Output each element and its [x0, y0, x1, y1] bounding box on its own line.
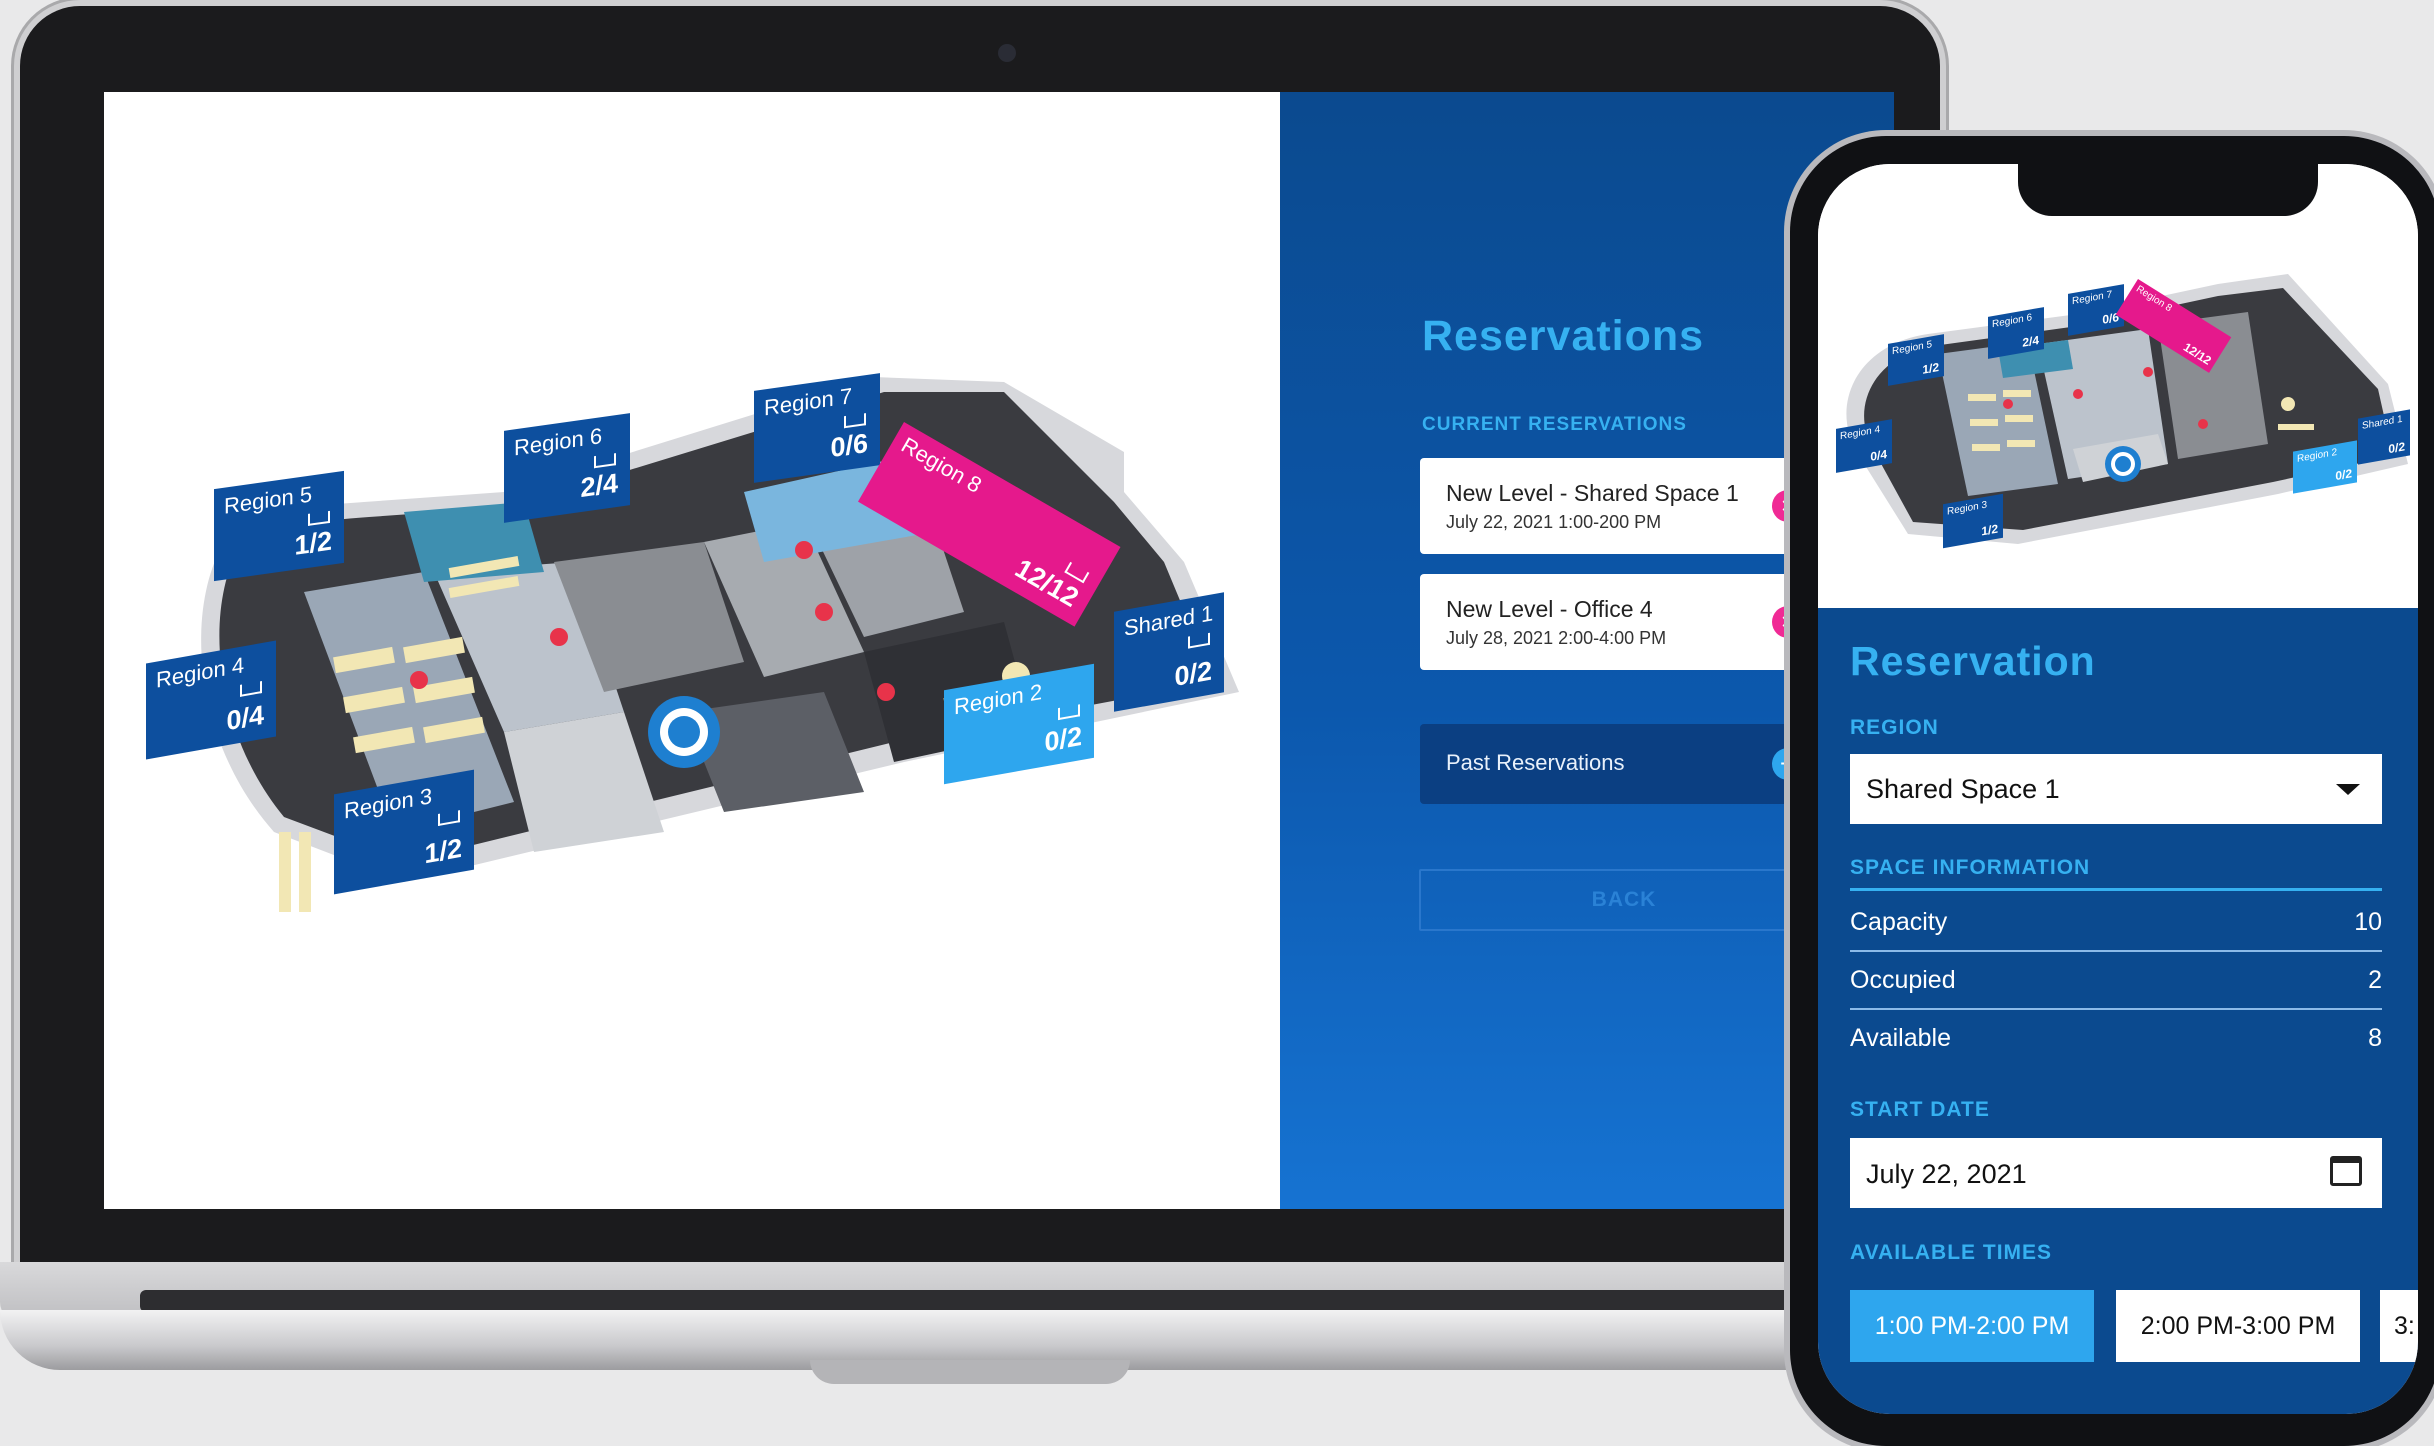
region-count: 2/4	[2022, 332, 2039, 350]
back-button[interactable]: BACK	[1419, 869, 1829, 931]
phone-floor-map: Region 5 1/2 Region 6 2/4 Region 7 0/6 R…	[1818, 164, 2418, 608]
time-slot[interactable]: 2:00 PM-3:00 PM	[2116, 1290, 2360, 1362]
phone-screen: Region 5 1/2 Region 6 2/4 Region 7 0/6 R…	[1818, 164, 2418, 1414]
phone-shared-1-tag[interactable]: Shared 1 0/2	[2358, 409, 2410, 465]
region-count: 0/6	[830, 427, 868, 464]
reservation-date: July 22, 2021 1:00-200 PM	[1446, 512, 1662, 532]
reservation-form-panel: Reservation REGION Shared Space 1 SPACE …	[1818, 608, 2418, 1414]
laptop-keyboard-edge	[140, 1290, 1860, 1312]
region-name: Region 3	[344, 783, 433, 824]
region-label: REGION	[1850, 716, 1939, 739]
time-slot[interactable]: 3:	[2380, 1290, 2418, 1362]
region-count: 1/2	[1922, 359, 1939, 377]
chevron-down-icon	[2336, 784, 2360, 795]
seat-icon	[594, 453, 616, 469]
region-name: Region 7	[2072, 289, 2113, 308]
past-reservations-button[interactable]: Past Reservations +	[1420, 724, 1826, 804]
start-date-value: July 22, 2021	[1866, 1159, 2027, 1189]
occupied-value: 2	[2368, 966, 2382, 994]
calendar-icon[interactable]	[2330, 1156, 2362, 1186]
seat-icon	[1188, 632, 1210, 649]
phone: Region 5 1/2 Region 6 2/4 Region 7 0/6 R…	[1790, 136, 2434, 1446]
region-name: Region 7	[764, 383, 853, 421]
region-select[interactable]: Shared Space 1	[1850, 754, 2382, 824]
capacity-label: Capacity	[1850, 908, 1948, 936]
reservation-card[interactable]: New Level - Shared Space 1 July 22, 2021…	[1420, 458, 1826, 554]
available-times-label: AVAILABLE TIMES	[1850, 1241, 2053, 1264]
reservation-name: New Level - Office 4	[1446, 596, 1653, 622]
reservations-title: Reservations	[1422, 312, 1705, 360]
available-value: 8	[2368, 1024, 2382, 1052]
time-slot-selected[interactable]: 1:00 PM-2:00 PM	[1850, 1290, 2094, 1362]
region-name: Region 4	[1840, 424, 1881, 443]
available-label: Available	[1850, 1024, 1952, 1052]
past-reservations-label: Past Reservations	[1446, 750, 1625, 775]
region-name: Region 6	[514, 423, 603, 461]
reservation-card[interactable]: New Level - Office 4 July 28, 2021 2:00-…	[1420, 574, 1826, 670]
region-count: 0/2	[1174, 655, 1212, 693]
seat-icon	[240, 681, 262, 697]
seat-icon	[1058, 704, 1080, 721]
seat-icon	[844, 413, 866, 429]
region-count: 1/2	[1981, 521, 1998, 539]
region-name: Region 2	[954, 678, 1043, 720]
region-count: 0/2	[1044, 720, 1082, 758]
region-count: 1/2	[424, 832, 462, 870]
back-button-label: BACK	[1591, 888, 1657, 911]
region-5-tag[interactable]: Region 5 1/2	[214, 470, 344, 582]
region-name: Region 2	[2297, 446, 2338, 465]
region-count: 0/4	[1870, 446, 1887, 464]
region-count: 0/2	[2388, 439, 2405, 457]
floor-map-drawing	[201, 377, 1239, 912]
region-count: 2/4	[580, 467, 618, 504]
region-name: Region 6	[1992, 312, 2033, 331]
section-divider	[1850, 888, 2382, 891]
region-6-tag[interactable]: Region 6 2/4	[504, 413, 630, 523]
phone-notch	[2018, 164, 2318, 216]
region-name: Region 3	[1947, 499, 1988, 518]
start-date-field[interactable]: July 22, 2021	[1850, 1138, 2382, 1208]
region-select-value: Shared Space 1	[1866, 774, 2060, 804]
laptop: Region 5 1/2 Region 6 2/4 Region 7 0/6 R…	[20, 6, 1940, 1296]
laptop-open-notch	[810, 1360, 1130, 1384]
region-count: 1/2	[294, 525, 332, 561]
region-count: 0/4	[226, 699, 264, 737]
floor-map: Region 5 1/2 Region 6 2/4 Region 7 0/6 R…	[104, 92, 1280, 1209]
shared-1-tag[interactable]: Shared 1 0/2	[1114, 592, 1224, 712]
row-divider	[1850, 1008, 2382, 1010]
capacity-value: 10	[2354, 908, 2382, 936]
reservation-title: Reservation	[1850, 638, 2096, 684]
space-information-label: SPACE INFORMATION	[1850, 856, 2091, 879]
row-divider	[1850, 950, 2382, 952]
region-name: Region 4	[156, 652, 245, 693]
region-name: Shared 1	[2362, 413, 2403, 432]
start-date-label: START DATE	[1850, 1098, 1990, 1121]
region-7-tag[interactable]: Region 7 0/6	[754, 373, 880, 483]
reservation-date: July 28, 2021 2:00-4:00 PM	[1446, 628, 1667, 648]
current-reservations-label: CURRENT RESERVATIONS	[1422, 414, 1687, 435]
region-count: 0/2	[2335, 466, 2352, 484]
occupied-label: Occupied	[1850, 966, 1956, 994]
seat-icon	[438, 810, 460, 827]
seat-icon	[308, 510, 330, 526]
camera	[998, 44, 1016, 62]
region-name: Region 5	[224, 481, 313, 519]
laptop-screen: Region 5 1/2 Region 6 2/4 Region 7 0/6 R…	[104, 92, 1894, 1209]
reservation-name: New Level - Shared Space 1	[1446, 480, 1739, 506]
region-name: Region 5	[1892, 339, 1933, 358]
phone-floor-map-drawing	[1846, 274, 2408, 544]
